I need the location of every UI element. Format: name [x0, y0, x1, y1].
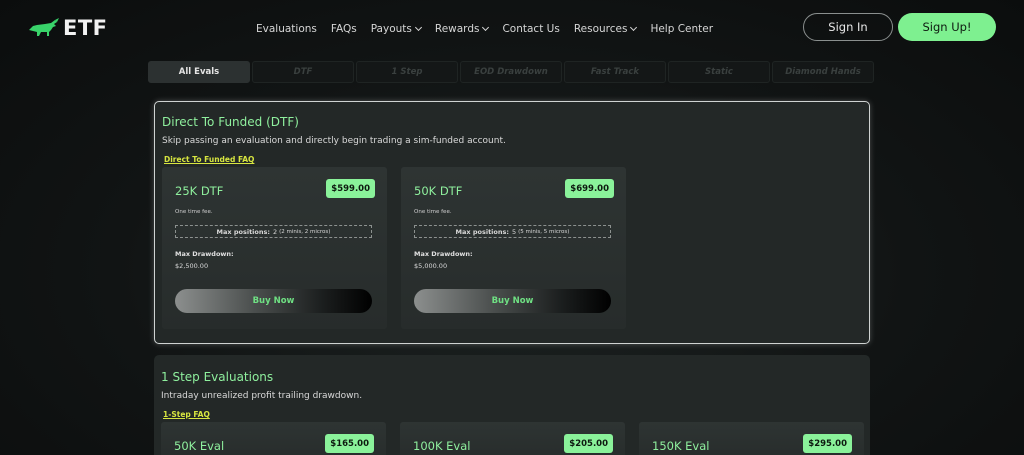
price-badge: $205.00 — [564, 434, 613, 453]
sign-in-button[interactable]: Sign In — [803, 13, 893, 41]
dtf-section: Direct To Funded (DTF) Skip passing an e… — [154, 101, 870, 344]
max-positions-detail: (5 minis, 5 micros) — [518, 228, 570, 235]
nav-help-center[interactable]: Help Center — [650, 23, 713, 35]
nav-label: Help Center — [650, 23, 714, 35]
price-badge: $295.00 — [803, 434, 852, 453]
fee-note: One time fee. — [175, 209, 213, 215]
sign-up-button[interactable]: Sign Up! — [898, 13, 996, 41]
one-step-section: 1 Step Evaluations Intraday unrealized p… — [154, 355, 870, 455]
eval-tabs: All Evals DTF 1 Step EOD Drawdown Fast T… — [148, 61, 874, 83]
max-positions-box: Max positions: 5 (5 minis, 5 micros) — [414, 225, 611, 238]
nav-contact-us[interactable]: Contact Us — [502, 23, 559, 35]
plan-card-150k-eval: 150K Eval $295.00 — [639, 422, 864, 455]
tab-eod-drawdown[interactable]: EOD Drawdown — [460, 61, 562, 83]
max-positions-label: Max positions: — [216, 227, 270, 236]
nav-label: Evaluations — [256, 23, 317, 35]
plan-card-50k-dtf: 50K DTF $699.00 One time fee. Max positi… — [401, 167, 626, 329]
buy-now-button[interactable]: Buy Now — [414, 289, 611, 313]
tab-dtf[interactable]: DTF — [252, 61, 354, 83]
max-positions-value: 5 — [511, 227, 517, 236]
tab-diamond-hands[interactable]: Diamond Hands — [772, 61, 874, 83]
etf-logo[interactable]: ETF — [27, 16, 108, 40]
drawdown-label: Max Drawdown: — [414, 250, 473, 258]
chevron-down-icon — [414, 23, 422, 32]
plan-card-50k-eval: 50K Eval $165.00 — [161, 422, 386, 455]
section-description: Intraday unrealized profit trailing draw… — [161, 391, 363, 401]
buy-now-button[interactable]: Buy Now — [175, 289, 372, 313]
dtf-faq-link[interactable]: Direct To Funded FAQ — [164, 155, 254, 164]
bull-icon — [29, 18, 59, 36]
price-badge: $699.00 — [565, 179, 614, 198]
drawdown-label: Max Drawdown: — [175, 250, 234, 258]
price-badge: $165.00 — [325, 434, 374, 453]
plan-name: 150K Eval — [652, 439, 710, 453]
plan-name: 50K Eval — [174, 439, 225, 453]
drawdown-value: $5,000.00 — [414, 262, 448, 270]
max-positions-label: Max positions: — [455, 227, 509, 236]
nav-payouts[interactable]: Payouts — [370, 23, 422, 35]
tab-fast-track[interactable]: Fast Track — [564, 61, 666, 83]
plan-name: 100K Eval — [413, 439, 471, 453]
drawdown-value: $2,500.00 — [175, 262, 209, 270]
price-badge: $599.00 — [326, 179, 375, 198]
max-positions-detail: (2 minis, 2 micros) — [279, 228, 331, 235]
plan-name: 50K DTF — [414, 184, 463, 198]
max-positions-value: 2 — [272, 227, 278, 236]
nav-label: FAQs — [330, 23, 357, 35]
nav-label: Resources — [573, 23, 628, 35]
plan-card-100k-eval: 100K Eval $205.00 — [400, 422, 625, 455]
tab-1-step[interactable]: 1 Step — [356, 61, 458, 83]
main-nav: Evaluations FAQs Payouts Rewards Contact… — [256, 23, 727, 35]
nav-label: Rewards — [434, 23, 480, 35]
nav-evaluations[interactable]: Evaluations — [256, 23, 317, 35]
chevron-down-icon — [482, 23, 490, 32]
chevron-down-icon — [630, 23, 638, 32]
max-positions-box: Max positions: 2 (2 minis, 2 micros) — [175, 225, 372, 238]
fee-note: One time fee. — [414, 209, 452, 215]
nav-label: Payouts — [370, 23, 412, 35]
nav-rewards[interactable]: Rewards — [434, 23, 490, 35]
nav-faqs[interactable]: FAQs — [331, 23, 357, 35]
nav-resources[interactable]: Resources — [573, 23, 638, 35]
tab-static[interactable]: Static — [668, 61, 770, 83]
plan-card-25k-dtf: 25K DTF $599.00 One time fee. Max positi… — [162, 167, 387, 329]
plan-name: 25K DTF — [175, 184, 224, 198]
tab-all-evals[interactable]: All Evals — [148, 61, 250, 83]
nav-label: Contact Us — [502, 23, 560, 35]
section-title: Direct To Funded (DTF) — [162, 115, 299, 129]
section-description: Skip passing an evaluation and directly … — [162, 136, 506, 146]
section-title: 1 Step Evaluations — [161, 370, 274, 384]
one-step-faq-link[interactable]: 1-Step FAQ — [163, 410, 210, 419]
logo-text: ETF — [63, 16, 108, 40]
